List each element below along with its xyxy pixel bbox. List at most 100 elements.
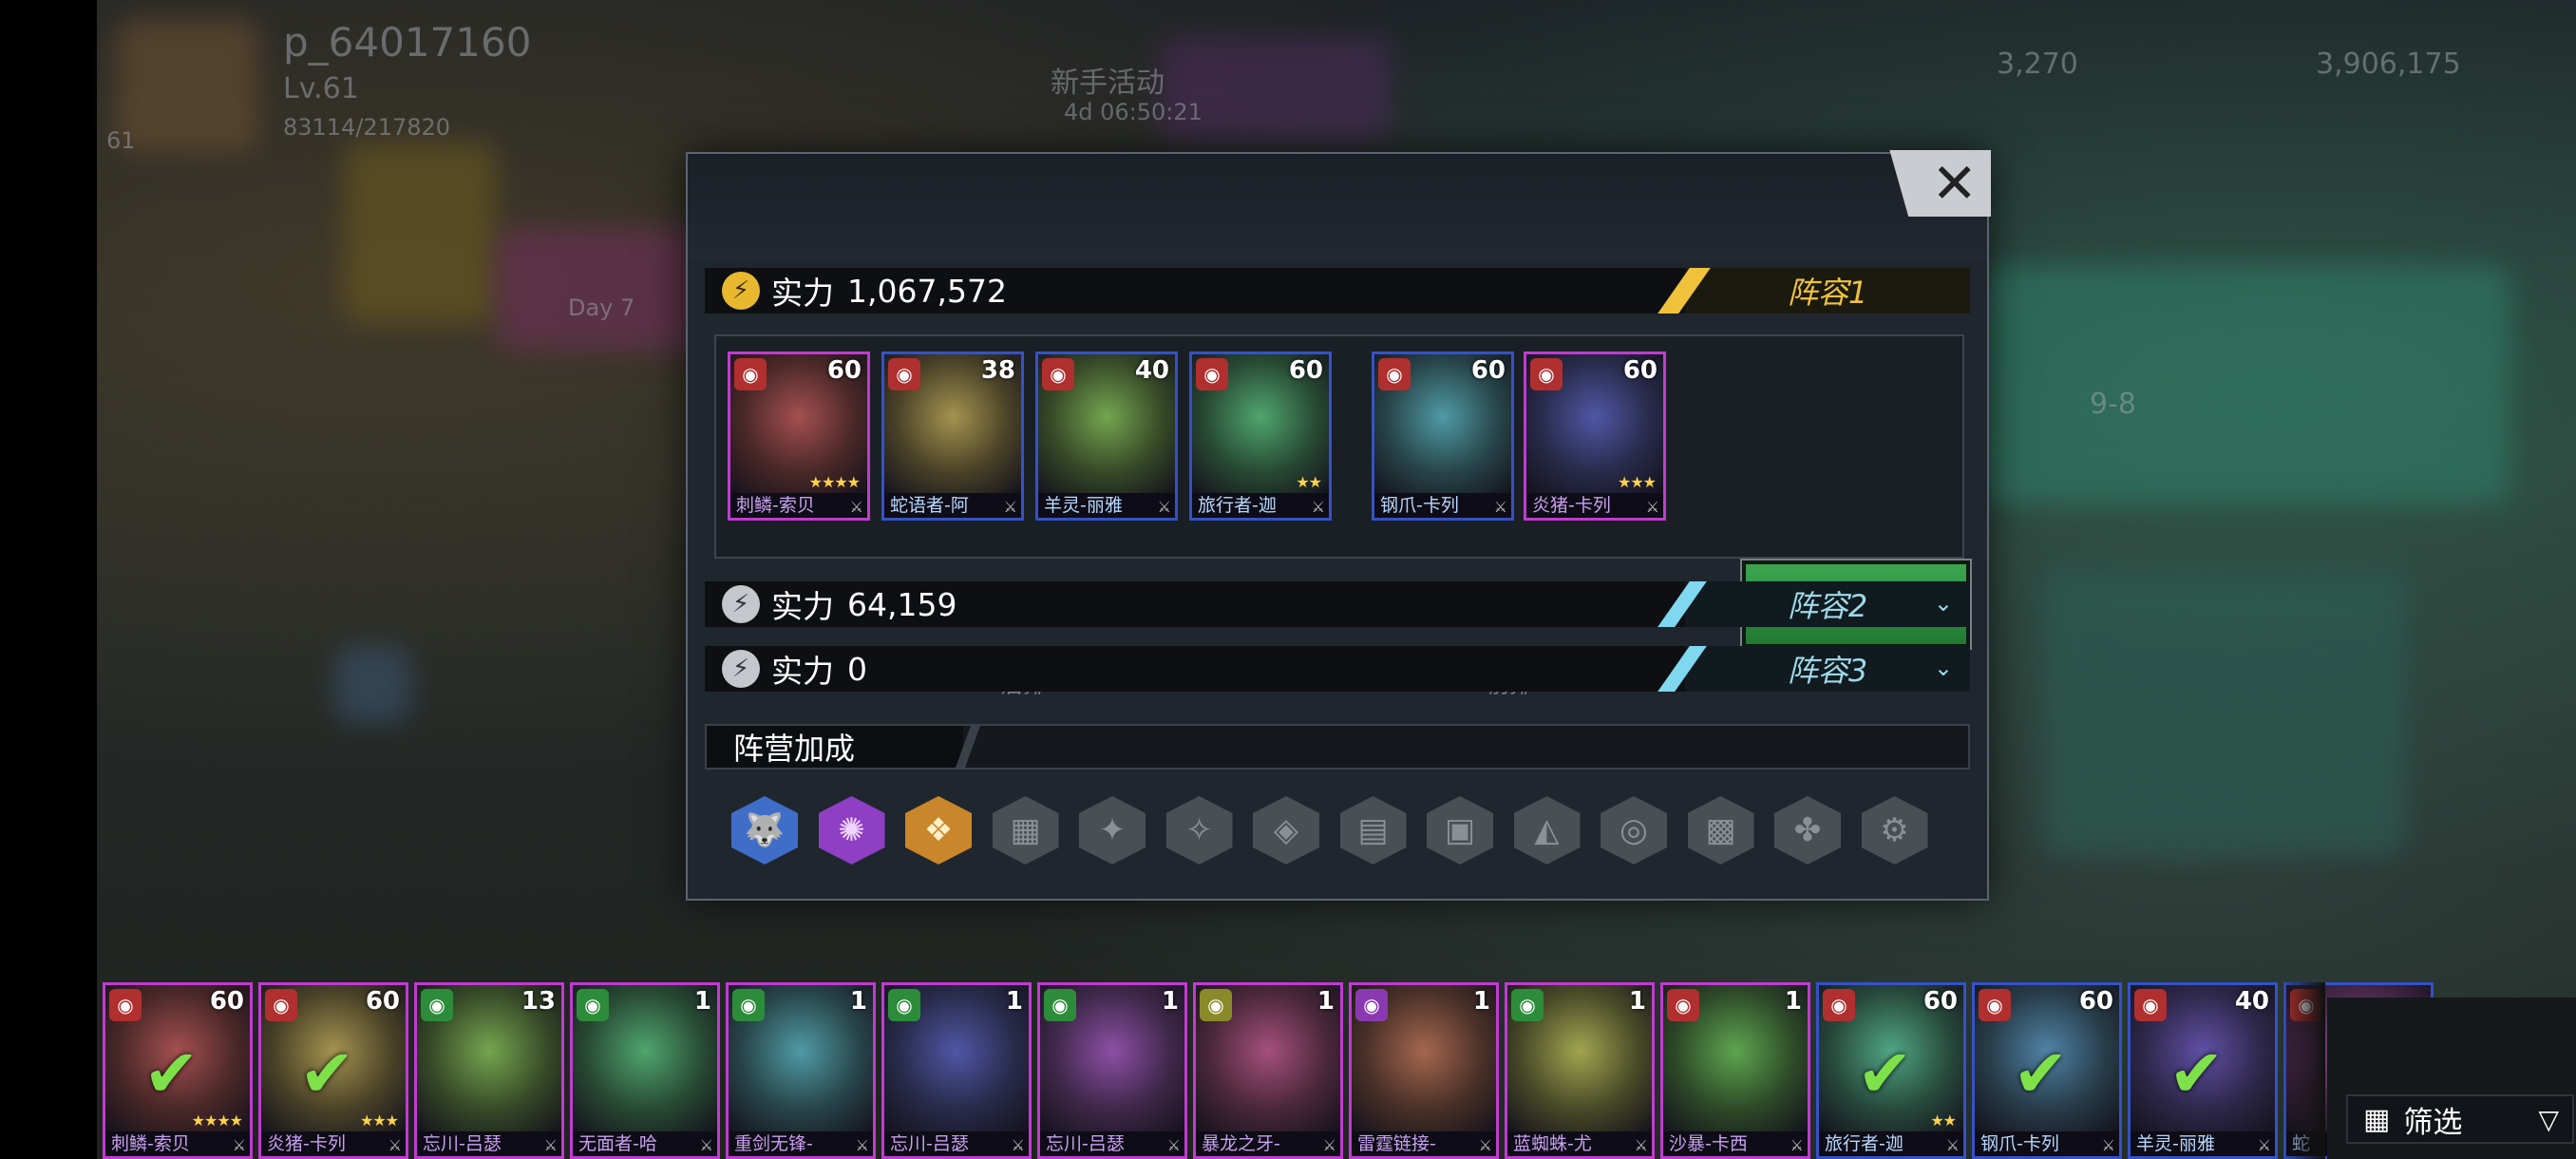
currency-1: 3,270 [1997,48,2078,81]
class-badge-icon: ◉ [734,358,767,390]
class-badge-icon: ◉ [888,989,920,1021]
class-badge-icon: ◉ [421,989,453,1021]
beast-emblem-icon[interactable]: ❖ [905,796,972,864]
team2-row[interactable]: ⚡ 实力 64,159 阵容2 ⌄ [705,581,1970,627]
emblem-5-icon[interactable]: ✦ [1079,796,1146,864]
emblem-9-icon[interactable]: ▣ [1427,796,1493,864]
class-badge-icon: ◉ [1196,358,1228,390]
hero-card[interactable]: ◉ 1 无面者-哈 ⚔ [570,982,720,1159]
hero-card[interactable]: ◉ 60 ★★★★ ✔ 刺鳞-索贝 ⚔ [103,982,253,1159]
class-badge-icon: ◉ [1530,358,1563,390]
team1-lineup-box: ◉ 60 ★★★★ 刺鳞-索贝 ⚔ ◉ 38 蛇语者-阿 ⚔ ◉ 40 羊灵-丽雅 ⚔ ◉ 60 ★★ 旅行者-… [714,334,1972,698]
role-icon: ⚔ [1945,1136,1960,1154]
class-badge-icon: ◉ [577,989,609,1021]
selected-check-icon: ✔ [299,1035,355,1112]
hero-level: 60 [2078,987,2113,1016]
hero-card[interactable]: ◉ 1 沙暴-卡西 ⚔ [1660,982,1810,1159]
team2-tag[interactable]: 阵容2 ⌄ [1685,581,1970,627]
hero-card[interactable]: ◉ 1 雷霆链接- ⚔ [1349,982,1499,1159]
emblem-12-icon[interactable]: ▩ [1687,796,1754,864]
selected-check-icon: ✔ [143,1035,199,1112]
hero-name: 旅行者-迦 [1192,493,1329,518]
role-icon: ⚔ [1166,1136,1181,1154]
hero-card[interactable]: ◉ 60 ★★★ ✔ 炎猪-卡列 ⚔ [258,982,408,1159]
hero-level: 60 [1923,987,1958,1016]
hero-card[interactable]: ◉ 60 ★★★ 炎猪-卡列 ⚔ [1524,352,1666,521]
emblem-6-icon[interactable]: ✧ [1165,796,1233,864]
hero-card[interactable]: ◉ 1 忘川-吕瑟 ⚔ [1037,982,1187,1159]
emblem-8-icon[interactable]: ▤ [1339,796,1407,864]
team3-tag-label: 阵容3 [1787,653,1868,689]
hero-level: 1 [693,987,711,1016]
team3-power-value: 0 [847,650,867,688]
class-badge-icon: ◉ [1044,989,1076,1021]
hero-level: 1 [1628,987,1646,1016]
emblem-14-icon[interactable]: ⚙ [1861,796,1928,864]
selected-check-icon: ✔ [2013,1035,2069,1112]
wolf-emblem-icon[interactable]: 🐺 [731,796,798,864]
flame-emblem-icon[interactable]: ✺ [818,796,885,864]
hero-level: 60 [365,987,400,1016]
class-badge-icon: ◉ [2134,989,2167,1021]
hero-card[interactable]: ◉ 60 ★★★★ 刺鳞-索贝 ⚔ [728,352,870,521]
hero-card[interactable]: ◉ 13 忘川-吕瑟 ⚔ [414,982,564,1159]
team3-power-label: 实力 [771,653,834,690]
close-icon: ✕ [1931,151,1978,216]
hero-card[interactable]: ◉ 1 重剑无锋- ⚔ [726,982,876,1159]
selected-check-icon: ✔ [2169,1035,2225,1112]
emblem-4-icon[interactable]: ▦ [992,796,1059,864]
team1-tag-label: 阵容1 [1787,275,1868,311]
filter-button[interactable]: ▦ 筛选 ▽ [2346,1094,2574,1144]
emblem-7-icon[interactable]: ◈ [1253,796,1319,864]
team1-power-value: 1,067,572 [847,272,1007,310]
hero-card[interactable]: ◉ 38 蛇语者-阿 ⚔ [881,352,1024,521]
role-icon: ⚔ [1790,1136,1804,1154]
hero-card[interactable]: ◉ 1 忘川-吕瑟 ⚔ [881,982,1032,1159]
filter-label: 筛选 [2403,1105,2463,1140]
class-badge-icon: ◉ [1042,358,1074,390]
hero-name: 蓝蜘蛛-尤 [1507,1131,1652,1156]
player-level: Lv.61 [283,72,359,105]
role-icon: ⚔ [1322,1136,1336,1154]
chevron-down-icon: ⌄ [1933,655,1953,681]
power-icon: ⚡ [722,650,760,688]
hero-name: 雷霆链接- [1352,1131,1496,1156]
event-timer: 4d 06:50:21 [1064,99,1203,125]
team3-row[interactable]: ⚡ 实力 0 阵容3 ⌄ [705,646,1970,692]
role-icon: ⚔ [1645,498,1659,516]
team1-tag[interactable]: 阵容1 [1685,268,1970,314]
hero-level: 60 [209,987,244,1016]
hero-card[interactable]: ◉ 1 暴龙之牙- ⚔ [1193,982,1343,1159]
hero-level: 40 [2234,987,2269,1016]
hero-card[interactable]: ◉ 60 钢爪-卡列 ⚔ [1372,352,1514,521]
hero-level: 13 [521,987,556,1016]
emblem-11-icon[interactable]: ◎ [1601,796,1667,864]
hero-card[interactable]: ◉ 40 羊灵-丽雅 ⚔ [1035,352,1178,521]
currency-2: 3,906,175 [2316,48,2461,81]
hero-level: 38 [980,356,1015,385]
emblem-10-icon[interactable]: ◭ [1513,796,1581,864]
hero-card[interactable]: ◉ 60 ✔ 钢爪-卡列 ⚔ [1972,982,2122,1159]
role-icon: ⚔ [388,1136,402,1154]
hero-level: 40 [1134,356,1169,385]
left-black-bar [0,0,97,1159]
day-label: Day 7 [568,294,635,321]
team1-row[interactable]: ⚡ 实力 1,067,572 阵容1 [705,268,1970,314]
hero-name: 忘川-吕瑟 [417,1131,561,1156]
hero-card[interactable]: ◉ 40 ✔ 羊灵-丽雅 ⚔ [2128,982,2278,1159]
hero-card[interactable]: ◉ 60 ★★ 旅行者-迦 ⚔ [1189,352,1332,521]
hero-level: 60 [1470,356,1506,385]
hero-name: 炎猪-卡列 [1526,493,1663,518]
selected-check-icon: ✔ [1857,1035,1913,1112]
hero-level: 1 [1316,987,1335,1016]
hero-card[interactable]: ◉ 1 蓝蜘蛛-尤 ⚔ [1505,982,1655,1159]
class-badge-icon: ◉ [1823,989,1855,1021]
faction-bonus-title: 阵营加成 [707,726,963,768]
hero-name: 忘川-吕瑟 [884,1131,1029,1156]
team3-tag[interactable]: 阵容3 ⌄ [1685,646,1970,692]
emblem-13-icon[interactable]: ✤ [1774,796,1841,864]
hero-level: 1 [1472,987,1490,1016]
roster-fade [2280,982,2325,1159]
hero-level: 1 [1161,987,1179,1016]
hero-card[interactable]: ◉ 60 ★★ ✔ 旅行者-迦 ⚔ [1816,982,1966,1159]
